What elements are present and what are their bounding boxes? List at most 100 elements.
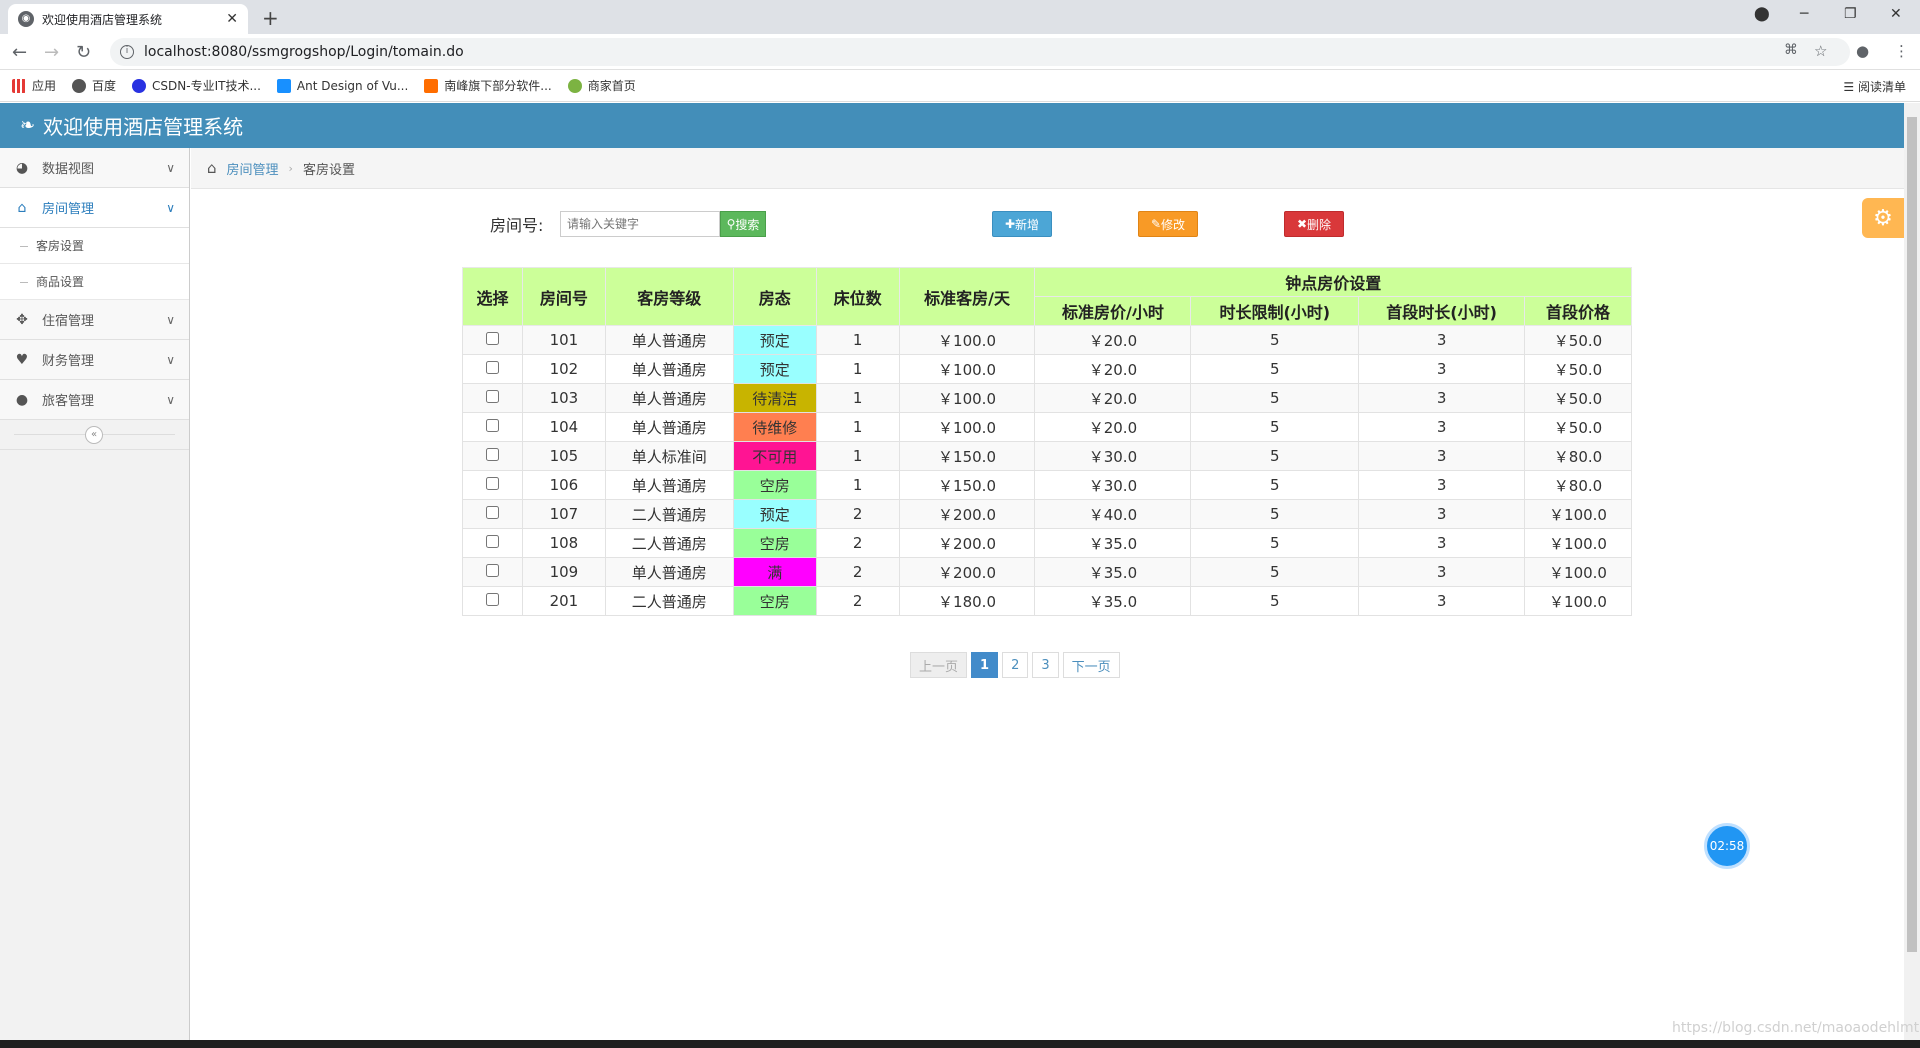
table-row: 107 二人普通房 预定 2 ￥200.0 ￥40.0 5 3 ￥100.0	[462, 499, 1632, 529]
first-duration-cell: 3	[1358, 441, 1526, 471]
first-price-cell: ￥100.0	[1524, 499, 1632, 529]
more-menu-icon[interactable]: ⋮	[1894, 42, 1909, 60]
room-number-cell: 109	[521, 557, 606, 587]
delete-button[interactable]: ✖ 删除	[1284, 211, 1344, 237]
browser-tab[interactable]: ◉ 欢迎使用酒店管理系统 ✕	[8, 4, 248, 34]
sidebar-item-room-management[interactable]: ⌂ 房间管理 ∨	[0, 188, 189, 228]
sidebar-item-stay-management[interactable]: ✥ 住宿管理 ∨	[0, 300, 189, 340]
timer-badge[interactable]: 02:58	[1704, 823, 1750, 869]
row-checkbox[interactable]	[485, 506, 499, 519]
page-button-3[interactable]: 3	[1032, 652, 1059, 678]
select-cell	[462, 499, 523, 529]
row-checkbox[interactable]	[485, 535, 499, 548]
row-checkbox[interactable]	[485, 477, 499, 490]
back-icon[interactable]: ←	[12, 42, 27, 63]
move-arrows-icon: ✥	[16, 311, 28, 328]
room-number-cell: 107	[521, 499, 606, 529]
first-duration-cell: 3	[1358, 586, 1526, 616]
beds-cell: 1	[815, 383, 900, 413]
url-text: localhost:8080/ssmgrogshop/Login/tomain.…	[144, 44, 464, 60]
leaf-icon	[567, 78, 582, 93]
limit-cell: 5	[1190, 441, 1360, 471]
row-checkbox[interactable]	[485, 332, 499, 345]
first-price-cell: ￥50.0	[1524, 354, 1632, 384]
reload-icon[interactable]: ↻	[76, 42, 91, 63]
row-checkbox[interactable]	[485, 361, 499, 374]
first-duration-cell: 3	[1358, 528, 1526, 558]
profile-menu-icon[interactable]: ⬤	[1754, 6, 1770, 22]
select-cell	[462, 412, 523, 442]
room-status-cell: 预定	[732, 325, 817, 355]
star-icon[interactable]: ☆	[1814, 42, 1827, 60]
rooms-table-body: 101 单人普通房 预定 1 ￥100.0 ￥20.0 5 3 ￥50.0 102 单人普通房 预定 1…	[462, 325, 1632, 616]
limit-cell: 5	[1190, 325, 1360, 355]
page-button-1[interactable]: 1	[971, 652, 999, 678]
sidebar-item-guest-management[interactable]: ● 旅客管理 ∨	[0, 380, 189, 420]
bookmark-baidu[interactable]: 百度	[72, 77, 116, 94]
info-icon[interactable]: i	[120, 45, 134, 59]
url-input[interactable]: i localhost:8080/ssmgrogshop/Login/tomai…	[110, 38, 1850, 66]
breadcrumb-separator-icon: ›	[288, 161, 293, 175]
row-checkbox[interactable]	[485, 564, 499, 577]
select-cell	[462, 354, 523, 384]
search-button[interactable]: ⚲ 搜索	[720, 211, 766, 237]
app-header: ❧ 欢迎使用酒店管理系统	[0, 103, 1904, 148]
maximize-icon[interactable]: ❐	[1844, 6, 1857, 22]
day-price-cell: ￥100.0	[898, 412, 1036, 442]
bookmark-apps[interactable]: 应用	[12, 77, 56, 94]
header-hourly-group: 钟点房价设置	[1034, 267, 1632, 297]
header-first-price: 首段价格	[1524, 296, 1632, 326]
bookmark-csdn[interactable]: CSDN-专业IT技术...	[132, 77, 261, 94]
page-scrollbar[interactable]	[1904, 103, 1920, 1048]
sidebar-item-data-view[interactable]: ◕ 数据视图 ∨	[0, 148, 189, 188]
chevron-down-icon: ∨	[166, 312, 175, 327]
new-tab-icon[interactable]: +	[262, 6, 279, 30]
search-input[interactable]	[560, 211, 720, 237]
header-hour-price: 标准房价/小时	[1034, 296, 1192, 326]
room-number-cell: 201	[521, 586, 606, 616]
bookmarks-bar: 应用 百度 CSDN-专业IT技术... Ant Design of Vu...…	[0, 70, 1920, 102]
scrollbar-thumb[interactable]	[1907, 117, 1917, 952]
bookmark-software[interactable]: 南峰旗下部分软件...	[424, 77, 552, 94]
beds-cell: 1	[815, 412, 900, 442]
row-checkbox[interactable]	[485, 390, 499, 403]
sidebar-subitem-goods-settings[interactable]: 商品设置	[0, 264, 189, 300]
first-price-cell: ￥50.0	[1524, 383, 1632, 413]
sidebar-collapse-row: «	[0, 420, 189, 450]
reading-list[interactable]: ☰ 阅读清单	[1843, 78, 1906, 95]
row-checkbox[interactable]	[485, 448, 499, 461]
settings-gear-icon[interactable]: ⚙	[1862, 198, 1904, 238]
header-first-duration: 首段时长(小时)	[1358, 296, 1526, 326]
close-icon[interactable]: ✕	[226, 11, 238, 27]
translate-icon[interactable]: ⌘	[1784, 42, 1798, 58]
heart-icon: ♥	[15, 351, 29, 368]
table-row: 104 单人普通房 待维修 1 ￥100.0 ￥20.0 5 3 ￥50.0	[462, 412, 1632, 442]
bookmark-antd[interactable]: Ant Design of Vu...	[276, 78, 408, 93]
hour-price-cell: ￥40.0	[1034, 499, 1192, 529]
add-button[interactable]: ✚ 新增	[992, 211, 1052, 237]
collapse-sidebar-icon[interactable]: «	[85, 426, 103, 444]
window-close-icon[interactable]: ✕	[1890, 6, 1902, 22]
taskbar	[0, 1040, 1920, 1048]
breadcrumb-link-room-management[interactable]: 房间管理	[227, 159, 279, 178]
bookmark-merchant[interactable]: 商家首页	[567, 77, 636, 94]
room-number-cell: 108	[521, 528, 606, 558]
row-checkbox[interactable]	[485, 419, 499, 432]
room-grade-cell: 单人普通房	[604, 383, 734, 413]
row-checkbox[interactable]	[485, 593, 499, 606]
first-duration-cell: 3	[1358, 325, 1526, 355]
select-cell	[462, 586, 523, 616]
minimize-icon[interactable]: ─	[1800, 6, 1808, 22]
globe-icon: ◉	[18, 11, 34, 27]
forward-icon[interactable]: →	[44, 42, 59, 63]
sidebar-item-finance-management[interactable]: ♥ 财务管理 ∨	[0, 340, 189, 380]
sidebar-subitem-room-settings[interactable]: 客房设置	[0, 228, 189, 264]
page-button-2[interactable]: 2	[1002, 652, 1029, 678]
table-row: 201 二人普通房 空房 2 ￥180.0 ￥35.0 5 3 ￥100.0	[462, 586, 1632, 616]
prev-page-button[interactable]: 上一页	[910, 652, 968, 678]
header-beds: 床位数	[815, 267, 900, 326]
room-status-cell: 空房	[732, 586, 817, 616]
edit-button[interactable]: ✎ 修改	[1138, 211, 1198, 237]
next-page-button[interactable]: 下一页	[1062, 652, 1120, 678]
avatar-icon[interactable]: ●	[1856, 42, 1869, 60]
